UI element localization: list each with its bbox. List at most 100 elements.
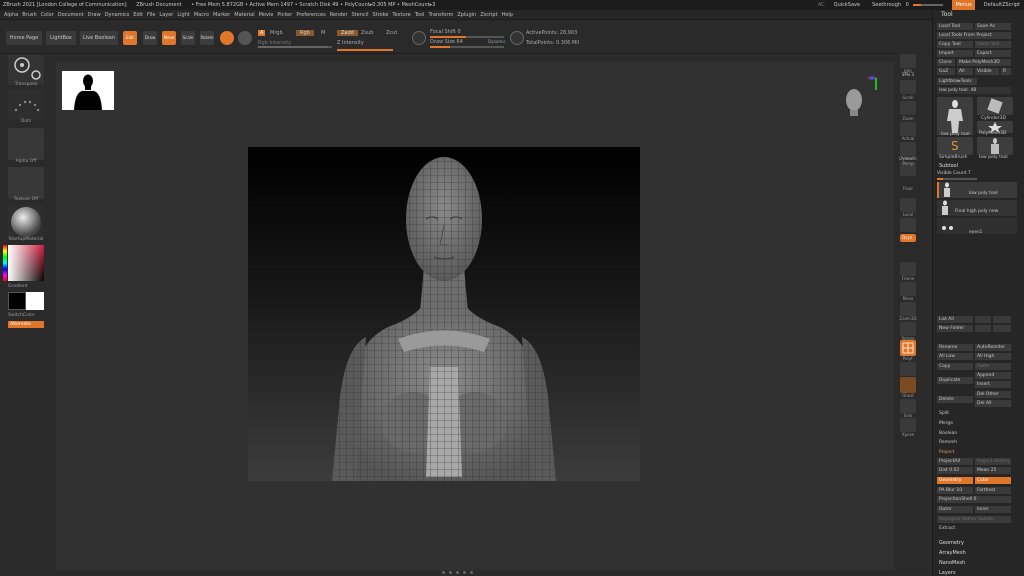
copy-button[interactable]: Copy — [937, 363, 973, 370]
transp-button[interactable] — [900, 362, 916, 376]
current-tool-slider[interactable]: low poly tool. 48 — [937, 87, 1011, 94]
zadd-toggle[interactable]: Zadd — [337, 30, 358, 36]
rgb-intensity-slider[interactable] — [258, 46, 332, 48]
material-thumbnail[interactable] — [8, 205, 44, 239]
xpose-button[interactable] — [900, 418, 916, 432]
all-high-button[interactable]: All High — [975, 353, 1011, 360]
mrgb-toggle[interactable]: Mrgb — [270, 30, 283, 36]
3d-viewport[interactable] — [248, 147, 640, 481]
visible-button[interactable]: Visible — [975, 68, 999, 75]
actual-button[interactable] — [900, 122, 916, 136]
duplicate-button[interactable]: Duplicate — [937, 377, 973, 384]
menu-draw[interactable]: Draw — [88, 10, 101, 19]
export-button[interactable]: Export — [975, 50, 1011, 57]
menu-stencil[interactable]: Stencil — [352, 10, 369, 19]
lock-button[interactable] — [900, 218, 916, 232]
seethrough-slider[interactable]: Seethrough 0 — [869, 0, 944, 10]
farthest-button[interactable]: Farthest — [975, 487, 1011, 494]
reproject-higher-subdiv-button[interactable]: Reproject Higher Subdiv — [937, 516, 1011, 523]
edit-mode-button[interactable]: Edit — [123, 31, 137, 45]
bottom-shelf-handle[interactable] — [440, 570, 500, 576]
ac-label[interactable]: AC — [818, 0, 825, 10]
new-folder-button[interactable]: New Folder — [937, 325, 973, 332]
draw-mode-button[interactable]: Draw — [143, 31, 157, 45]
local-button[interactable] — [900, 198, 916, 212]
nanomesh-section-header[interactable]: NanoMesh — [939, 560, 965, 566]
pa-blur-slider[interactable]: PA Blur 10 — [937, 487, 973, 494]
primary-color-swatch[interactable] — [8, 292, 26, 310]
remesh-menu[interactable]: Remesh — [939, 440, 957, 445]
live-boolean-button[interactable]: Live Boolean — [80, 31, 118, 45]
projection-shell-slider[interactable]: ProjectionShell 0 — [937, 496, 1011, 503]
layers-section-header[interactable]: Layers — [939, 570, 956, 576]
split-menu[interactable]: Split — [939, 411, 949, 416]
a-toggle[interactable]: A — [258, 30, 266, 36]
subtool-row-2[interactable]: Final high poly new — [937, 200, 1017, 216]
tool-palette-title[interactable]: Tool — [933, 10, 1024, 20]
solo-button[interactable] — [900, 399, 916, 413]
scroll-button[interactable] — [900, 80, 916, 94]
menu-file[interactable]: File — [147, 10, 155, 19]
tool-thumbnail-low-poly[interactable] — [937, 97, 973, 135]
autoreorder-button[interactable]: AutoReorder — [975, 344, 1011, 351]
menu-macro[interactable]: Macro — [194, 10, 209, 19]
mean-slider[interactable]: Mean 25 — [975, 467, 1011, 474]
menu-texture[interactable]: Texture — [392, 10, 410, 19]
delete-button[interactable]: Delete — [937, 396, 973, 403]
del-all-button[interactable]: Del All — [975, 400, 1011, 407]
seethrough-track[interactable] — [913, 3, 944, 6]
draw-size-track[interactable] — [430, 46, 504, 48]
polyf-button[interactable] — [900, 340, 916, 356]
menu-alpha[interactable]: Alpha — [4, 10, 18, 19]
material-sphere-icon[interactable] — [220, 31, 234, 45]
del-other-button[interactable]: Del Other — [975, 391, 1011, 398]
texture-thumbnail[interactable] — [8, 167, 44, 199]
subtool-row-1[interactable]: low poly tool — [937, 182, 1017, 198]
zoom-button[interactable] — [900, 101, 916, 115]
load-tool-button[interactable]: Load Tool — [937, 23, 973, 30]
focal-shift-slider[interactable]: Focal Shift 0 — [430, 29, 461, 35]
geometry-section-header[interactable]: Geometry — [939, 540, 964, 546]
z-intensity-slider[interactable] — [337, 49, 393, 51]
rotate-mode-button[interactable]: Rotate — [200, 31, 214, 45]
navigation-gizmo[interactable] — [840, 72, 880, 122]
menu-help[interactable]: Help — [502, 10, 513, 19]
boolean-menu[interactable]: Boolean — [939, 431, 957, 436]
dynamic-toggle[interactable]: Dynamic — [488, 39, 506, 44]
stroke-thumbnail[interactable] — [8, 90, 44, 120]
save-as-button[interactable]: Save As — [975, 23, 1011, 30]
menus-toggle[interactable]: Menus — [952, 0, 975, 10]
menu-movie[interactable]: Movie — [259, 10, 274, 19]
menu-zscript[interactable]: Zscript — [480, 10, 497, 19]
lightbox-tools-button[interactable]: Lightbox▸Tools — [937, 78, 977, 85]
tool-thumbnail-low-poly-2[interactable] — [977, 137, 1013, 155]
move-mode-button[interactable]: Move — [162, 31, 176, 45]
qxyz-button[interactable]: Qxyz — [900, 234, 916, 242]
menu-render[interactable]: Render — [330, 10, 348, 19]
make-polymesh-button[interactable]: Make PolyMesh3D — [957, 59, 1011, 66]
rotate-button[interactable] — [900, 322, 916, 336]
spix-slider[interactable]: SPix 3 — [896, 72, 920, 77]
menu-dynamics[interactable]: Dynamics — [105, 10, 130, 19]
load-tools-from-project-button[interactable]: Load Tools From Project — [937, 32, 1011, 39]
transpose-brush-thumbnail[interactable] — [8, 55, 44, 85]
menu-document[interactable]: Document — [58, 10, 84, 19]
menu-edit[interactable]: Edit — [133, 10, 143, 19]
paste-tool-button[interactable]: Paste Tool — [975, 41, 1011, 48]
menu-light[interactable]: Light — [177, 10, 189, 19]
tool-thumbnail-cylinder[interactable] — [977, 97, 1013, 115]
arraymesh-section-header[interactable]: ArrayMesh — [939, 550, 966, 556]
alternate-button[interactable]: Alternate — [8, 321, 44, 328]
menu-color[interactable]: Color — [41, 10, 54, 19]
move-up-button[interactable] — [975, 316, 991, 323]
visible-count-track[interactable] — [937, 178, 977, 180]
ghost-button[interactable] — [900, 377, 916, 393]
m-toggle[interactable]: M — [321, 30, 325, 36]
import-button[interactable]: Import — [937, 50, 973, 57]
arrow-right-button[interactable] — [993, 325, 1011, 332]
copy-tool-button[interactable]: Copy Tool — [937, 41, 973, 48]
extract-menu[interactable]: Extract — [939, 526, 955, 531]
all-button[interactable]: All — [957, 68, 973, 75]
paste-button[interactable]: Paste — [975, 363, 1011, 370]
menu-transform[interactable]: Transform — [428, 10, 453, 19]
